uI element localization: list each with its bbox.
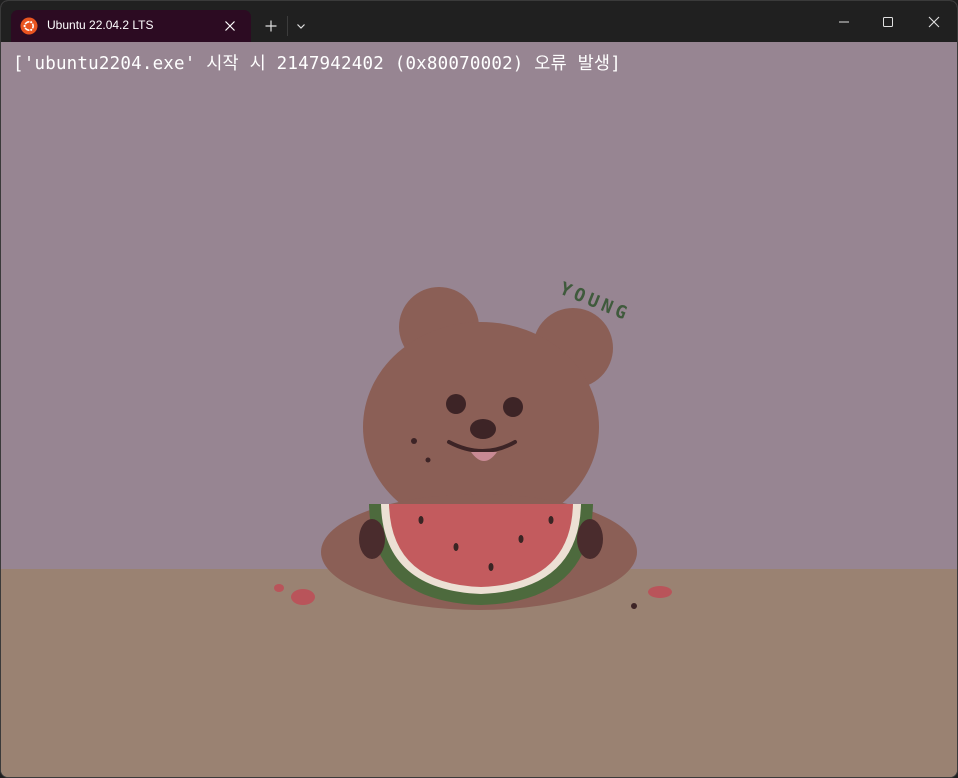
terminal-area[interactable]: YOUNG ['ubuntu2204.exe' 시작 시 2147942402 … <box>1 42 957 777</box>
close-window-icon[interactable] <box>913 6 955 38</box>
tab-ubuntu[interactable]: Ubuntu 22.04.2 LTS <box>11 10 251 42</box>
tab-title: Ubuntu 22.04.2 LTS <box>47 18 154 32</box>
title-bar[interactable]: Ubuntu 22.04.2 LTS <box>1 1 957 42</box>
tab-separator <box>287 16 288 36</box>
background-image: YOUNG <box>1 42 957 777</box>
minimize-icon[interactable] <box>823 6 865 38</box>
terminal-output-line: ['ubuntu2204.exe' 시작 시 2147942402 (0x800… <box>13 54 621 74</box>
new-tab-plus-icon[interactable] <box>259 14 283 38</box>
maximize-icon[interactable] <box>867 6 909 38</box>
ubuntu-logo-icon <box>20 17 38 35</box>
terminal-window: Ubuntu 22.04.2 LTS YOUNG ['ubuntu2204.ex… <box>0 0 958 778</box>
chevron-down-icon[interactable] <box>291 14 311 38</box>
tab-close-icon[interactable] <box>221 17 239 35</box>
